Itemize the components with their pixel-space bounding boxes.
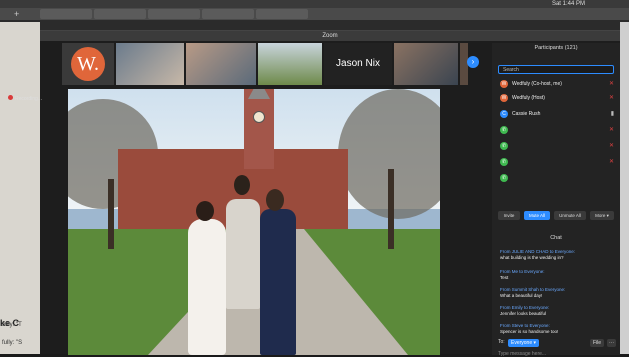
chat-recipient-select[interactable]: Everyone ▾: [508, 339, 540, 347]
participant-row[interactable]: C Cassie Rush ▮: [500, 109, 614, 119]
browser-tab[interactable]: [94, 9, 146, 19]
video-bride: [188, 219, 226, 355]
phone-icon: ✆: [500, 174, 508, 182]
muted-mic-icon: ✕: [608, 127, 614, 133]
phone-icon: ✆: [500, 158, 508, 166]
unmute-all-button[interactable]: Unmute All: [554, 211, 586, 220]
chat-message: From JULIE AND CHAD to Everyone: what bu…: [500, 249, 614, 261]
background-window-edge: [620, 22, 629, 354]
gallery-tile-video[interactable]: [394, 43, 458, 85]
muted-mic-icon: ✕: [608, 81, 614, 87]
chat-to-label: To:: [498, 339, 505, 345]
participant-avatar: W: [500, 94, 508, 102]
invite-button[interactable]: Invite: [498, 211, 520, 220]
gallery-next-icon[interactable]: ›: [467, 56, 479, 68]
new-tab-button[interactable]: +: [14, 8, 24, 20]
gallery-tile-video[interactable]: [116, 43, 184, 85]
gallery-tile-video[interactable]: [186, 43, 256, 85]
browser-tab[interactable]: [202, 9, 254, 19]
participant-row[interactable]: W Wedfuly (Host) ✕: [500, 93, 614, 103]
muted-mic-icon: ✕: [608, 159, 614, 165]
chat-title: Chat: [550, 235, 562, 241]
video-officiant-head: [234, 175, 250, 195]
mac-menubar: Sat 1:44 PM: [0, 0, 629, 8]
recording-label: Recording...: [15, 96, 42, 102]
video-gallery-strip: W. Jason Nix: [48, 43, 468, 85]
participant-row[interactable]: ✆: [500, 173, 614, 183]
clock-text: Sat 1:44 PM: [551, 1, 585, 7]
main-speaker-video[interactable]: [68, 89, 440, 355]
chat-message: From Summit Shah to Everyone: What a bea…: [500, 287, 614, 299]
video-officiant: [226, 199, 260, 309]
muted-mic-icon: ✕: [608, 143, 614, 149]
zoom-title-bar: Zoom: [40, 31, 620, 41]
clock-icon: [253, 111, 265, 123]
chat-message-text: what building is the wedding in?: [500, 255, 564, 260]
video-bride-head: [196, 201, 214, 221]
participants-actions: Invite Mute All Unmute All More ▾: [498, 211, 616, 221]
more-button[interactable]: More ▾: [590, 211, 614, 220]
chat-more-button[interactable]: ···: [607, 339, 616, 347]
video-groom: [260, 209, 296, 355]
gallery-tile-video[interactable]: [258, 43, 322, 85]
browser-tab-strip: [0, 8, 629, 20]
participant-row[interactable]: ✆ ✕: [500, 125, 614, 135]
background-webpage: ke C fully: "T fully: "S: [0, 22, 40, 354]
sidebar-panel: Participants (121) Search W Wedfuly (Co-…: [492, 43, 620, 357]
zoom-window: Zoom Recording... W. Jason Nix › Partici…: [8, 30, 620, 357]
participant-name: Cassie Rush: [512, 111, 541, 117]
recording-dot-icon: [8, 95, 13, 100]
participant-row[interactable]: ✆ ✕: [500, 141, 614, 151]
participant-avatar: W: [500, 80, 508, 88]
participants-search-input[interactable]: Search: [498, 65, 614, 74]
recording-indicator: Recording...: [8, 95, 42, 102]
chat-message-text: Jennifer looks beautiful: [500, 311, 547, 316]
participant-name: Wedfuly (Host): [512, 95, 545, 101]
chat-file-button[interactable]: File: [589, 339, 604, 347]
chat-recipient-bar: To: Everyone ▾ File ···: [498, 339, 616, 349]
chat-message: From Steve to Everyone: Spencer is so ha…: [500, 323, 614, 335]
chat-message-text: Spencer is so handsome too!: [500, 329, 559, 334]
phone-icon: ✆: [500, 142, 508, 150]
phone-icon: ✆: [500, 126, 508, 134]
participants-title: Participants (121): [534, 45, 578, 51]
wedfuly-logo: W.: [71, 47, 105, 81]
video-tree-trunk: [388, 169, 394, 249]
screen: Sat 1:44 PM + ke C fully: "T fully: "S Z…: [0, 0, 629, 357]
browser-tab[interactable]: [148, 9, 200, 19]
participant-avatar: C: [500, 110, 508, 118]
participant-row[interactable]: W Wedfuly (Co-host, me) ✕: [500, 79, 614, 89]
gallery-tile-name[interactable]: Jason Nix: [324, 43, 392, 85]
chat-message-input[interactable]: Type message here...: [498, 351, 546, 357]
browser-tab[interactable]: [256, 9, 308, 19]
chat-message-text: What a beautiful day!: [500, 293, 543, 298]
background-text: fully: "T: [2, 322, 22, 328]
chat-message: From Me to Everyone: Test: [500, 269, 614, 281]
participant-row[interactable]: ✆ ✕: [500, 157, 614, 167]
background-text: fully: "S: [2, 340, 23, 346]
chat-message: From Emily to Everyone: Jennifer looks b…: [500, 305, 614, 317]
chat-message-text: Test: [500, 275, 509, 280]
video-tree-trunk: [108, 179, 114, 249]
gallery-tile-logo[interactable]: W.: [62, 43, 114, 85]
video-clock-tower: [244, 89, 274, 169]
browser-tab[interactable]: [40, 9, 92, 19]
mute-all-button[interactable]: Mute All: [524, 211, 550, 220]
muted-mic-icon: ✕: [608, 95, 614, 101]
mic-icon: ▮: [610, 111, 614, 117]
video-groom-head: [266, 189, 284, 211]
participant-name: Wedfuly (Co-host, me): [512, 81, 562, 87]
